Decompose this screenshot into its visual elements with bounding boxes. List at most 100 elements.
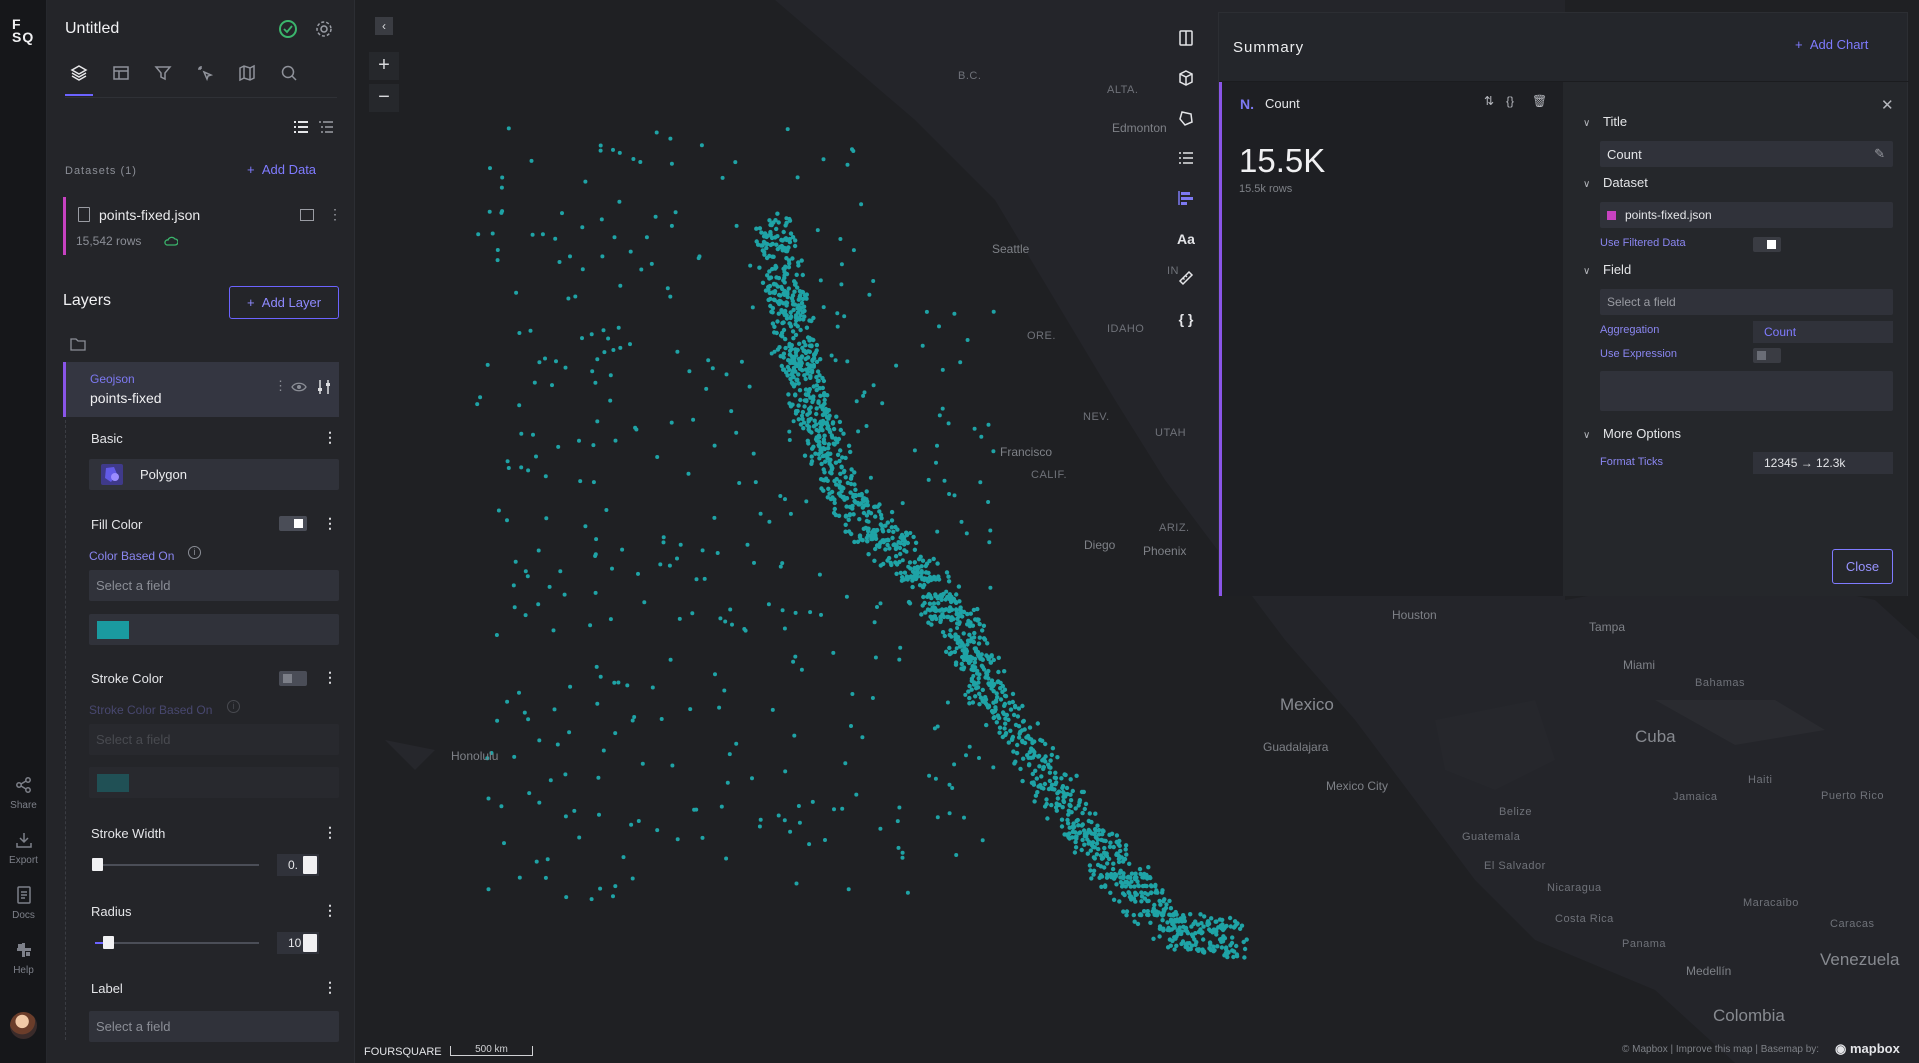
3d-view-button[interactable] (1169, 62, 1203, 96)
legend-list-icon (1177, 149, 1195, 170)
stroke-color-swatch (97, 774, 129, 792)
chart-settings-icon[interactable]: ⇅ (1484, 94, 1494, 108)
fill-more-icon[interactable]: ⋮ (323, 515, 337, 532)
layer-name[interactable]: points-fixed (90, 390, 162, 406)
radius-handle[interactable] (103, 936, 114, 949)
chart-code-icon[interactable]: {} (1506, 94, 1514, 108)
layer-card[interactable]: Geojson points-fixed ⋮ (63, 362, 339, 417)
add-data-button[interactable]: + Add Data (247, 162, 316, 177)
list-view-icon[interactable] (292, 118, 310, 136)
radius-more-icon[interactable]: ⋮ (323, 902, 337, 919)
nested-list-icon[interactable] (317, 118, 335, 136)
map-attribution[interactable]: © Mapbox | Improve this map | Basemap by… (1622, 1044, 1819, 1055)
aggregation-select[interactable]: Count (1753, 321, 1893, 343)
layer-type: Geojson (90, 372, 135, 386)
radius-input[interactable]: 10 (277, 932, 319, 954)
use-expression-toggle[interactable] (1753, 348, 1781, 363)
avatar[interactable] (10, 1012, 37, 1039)
map-label-nicaragua: Nicaragua (1547, 882, 1602, 894)
chart-title-input[interactable]: Count ✎ (1600, 141, 1893, 167)
help-label: Help (13, 965, 34, 976)
app-logo[interactable]: F SQ (12, 17, 34, 44)
label-field-select[interactable]: Select a field (89, 1011, 339, 1042)
layer-type-select[interactable]: Polygon (89, 459, 339, 490)
summary-charts-button[interactable] (1169, 182, 1203, 216)
export-button[interactable]: Export (0, 830, 47, 866)
chart-delete-icon[interactable]: 🗑 (1532, 94, 1547, 108)
project-title[interactable]: Untitled (65, 20, 119, 38)
map-label-sf: Francisco (1000, 445, 1053, 459)
stroke-width-slider[interactable] (92, 858, 259, 871)
fill-field-select[interactable]: Select a field (89, 570, 339, 601)
basic-more-icon[interactable]: ⋮ (323, 429, 337, 446)
braces-icon: { } (1178, 311, 1194, 327)
tab-table[interactable] (107, 64, 135, 96)
title-section[interactable]: ∨ Title (1583, 114, 1627, 129)
collapse-panel-button[interactable]: ‹ (375, 17, 393, 35)
help-button[interactable]: Help (0, 940, 47, 976)
settings-gear-icon[interactable] (315, 20, 333, 38)
chart-rows: 15.5k rows (1239, 183, 1293, 195)
field-section[interactable]: ∨ Field (1583, 262, 1631, 277)
map-label-bc: B.C. (958, 70, 982, 82)
radius-stepper[interactable] (303, 934, 317, 952)
map-label-idaho: IDAHO (1107, 323, 1145, 335)
legend-button[interactable] (1169, 142, 1203, 176)
add-group-folder-icon[interactable] (70, 337, 86, 351)
dataset-more-icon[interactable]: ⋮ (328, 206, 342, 223)
more-options-section[interactable]: ∨ More Options (1583, 426, 1681, 441)
fill-color-toggle[interactable] (279, 516, 307, 531)
stroke-width-more-icon[interactable]: ⋮ (323, 824, 337, 841)
dataset-section[interactable]: ∨ Dataset (1583, 175, 1648, 190)
label-more-icon[interactable]: ⋮ (323, 979, 337, 996)
use-filtered-toggle[interactable] (1753, 237, 1781, 252)
measure-button[interactable] (1169, 262, 1203, 296)
polygon-icon (101, 464, 123, 485)
split-map-button[interactable] (1169, 22, 1203, 56)
use-filtered-label: Use Filtered Data (1600, 237, 1686, 249)
stroke-based-on-label: Stroke Color Based On (89, 703, 213, 717)
tab-basemap[interactable] (233, 64, 261, 96)
tab-search[interactable] (275, 64, 303, 96)
stroke-width-stepper[interactable] (303, 856, 317, 874)
add-chart-button[interactable]: + Add Chart (1795, 37, 1868, 52)
layer-settings-sliders-icon[interactable] (316, 379, 332, 395)
close-button[interactable]: Close (1832, 549, 1893, 584)
add-layer-button[interactable]: + Add Layer (229, 286, 339, 319)
zoom-out-button[interactable]: − (369, 84, 399, 112)
field-select[interactable]: Select a field (1600, 289, 1893, 315)
info-icon[interactable]: i (188, 546, 201, 559)
tab-interactions[interactable] (191, 64, 219, 96)
map-label-san-diego: Diego (1084, 538, 1116, 552)
text-annotation-button[interactable]: Aa (1169, 222, 1203, 256)
map-label-mexico-city: Mexico City (1326, 779, 1389, 793)
stroke-width-input[interactable]: 0. (277, 854, 319, 876)
tab-layers[interactable] (65, 64, 93, 96)
stroke-color-toggle[interactable] (279, 671, 307, 686)
dataset-item[interactable]: points-fixed.json 15,542 rows ⋮ (63, 197, 342, 255)
map-canvas[interactable]: ‹ + − B.C. ALTA. Edmonton Seattle ORE. I… (355, 0, 1919, 1063)
layer-more-icon[interactable]: ⋮ (274, 378, 287, 394)
panel-tabs (65, 64, 337, 98)
stroke-width-handle[interactable] (92, 858, 103, 871)
map-label-caracas: Caracas (1830, 918, 1875, 930)
tab-filters[interactable] (149, 64, 177, 96)
visibility-eye-icon[interactable] (291, 380, 307, 394)
show-table-icon[interactable] (300, 209, 314, 221)
stroke-more-icon[interactable]: ⋮ (323, 669, 337, 686)
format-ticks-select[interactable]: 12345 → 12.3k (1753, 452, 1893, 474)
zoom-in-button[interactable]: + (369, 52, 399, 80)
share-button[interactable]: Share (0, 775, 47, 811)
chart-card[interactable]: N. Count ⇅ {} 🗑 15.5K 15.5k rows (1219, 82, 1563, 596)
map-label-bahamas: Bahamas (1695, 677, 1745, 689)
fill-color-picker[interactable] (89, 614, 339, 645)
docs-button[interactable]: Docs (0, 885, 47, 921)
draw-polygon-button[interactable] (1169, 102, 1203, 136)
radius-slider[interactable] (95, 936, 259, 949)
dataset-select[interactable]: points-fixed.json (1600, 202, 1893, 228)
dataset-color-dot (1607, 211, 1616, 221)
close-config-icon[interactable]: ✕ (1881, 96, 1894, 114)
chart-config-panel: ✕ ∨ Title Count ✎ ∨ Dataset points-fixed.js… (1563, 82, 1907, 596)
cloud-synced-icon (164, 233, 179, 246)
map-config-button[interactable]: { } (1169, 302, 1203, 336)
